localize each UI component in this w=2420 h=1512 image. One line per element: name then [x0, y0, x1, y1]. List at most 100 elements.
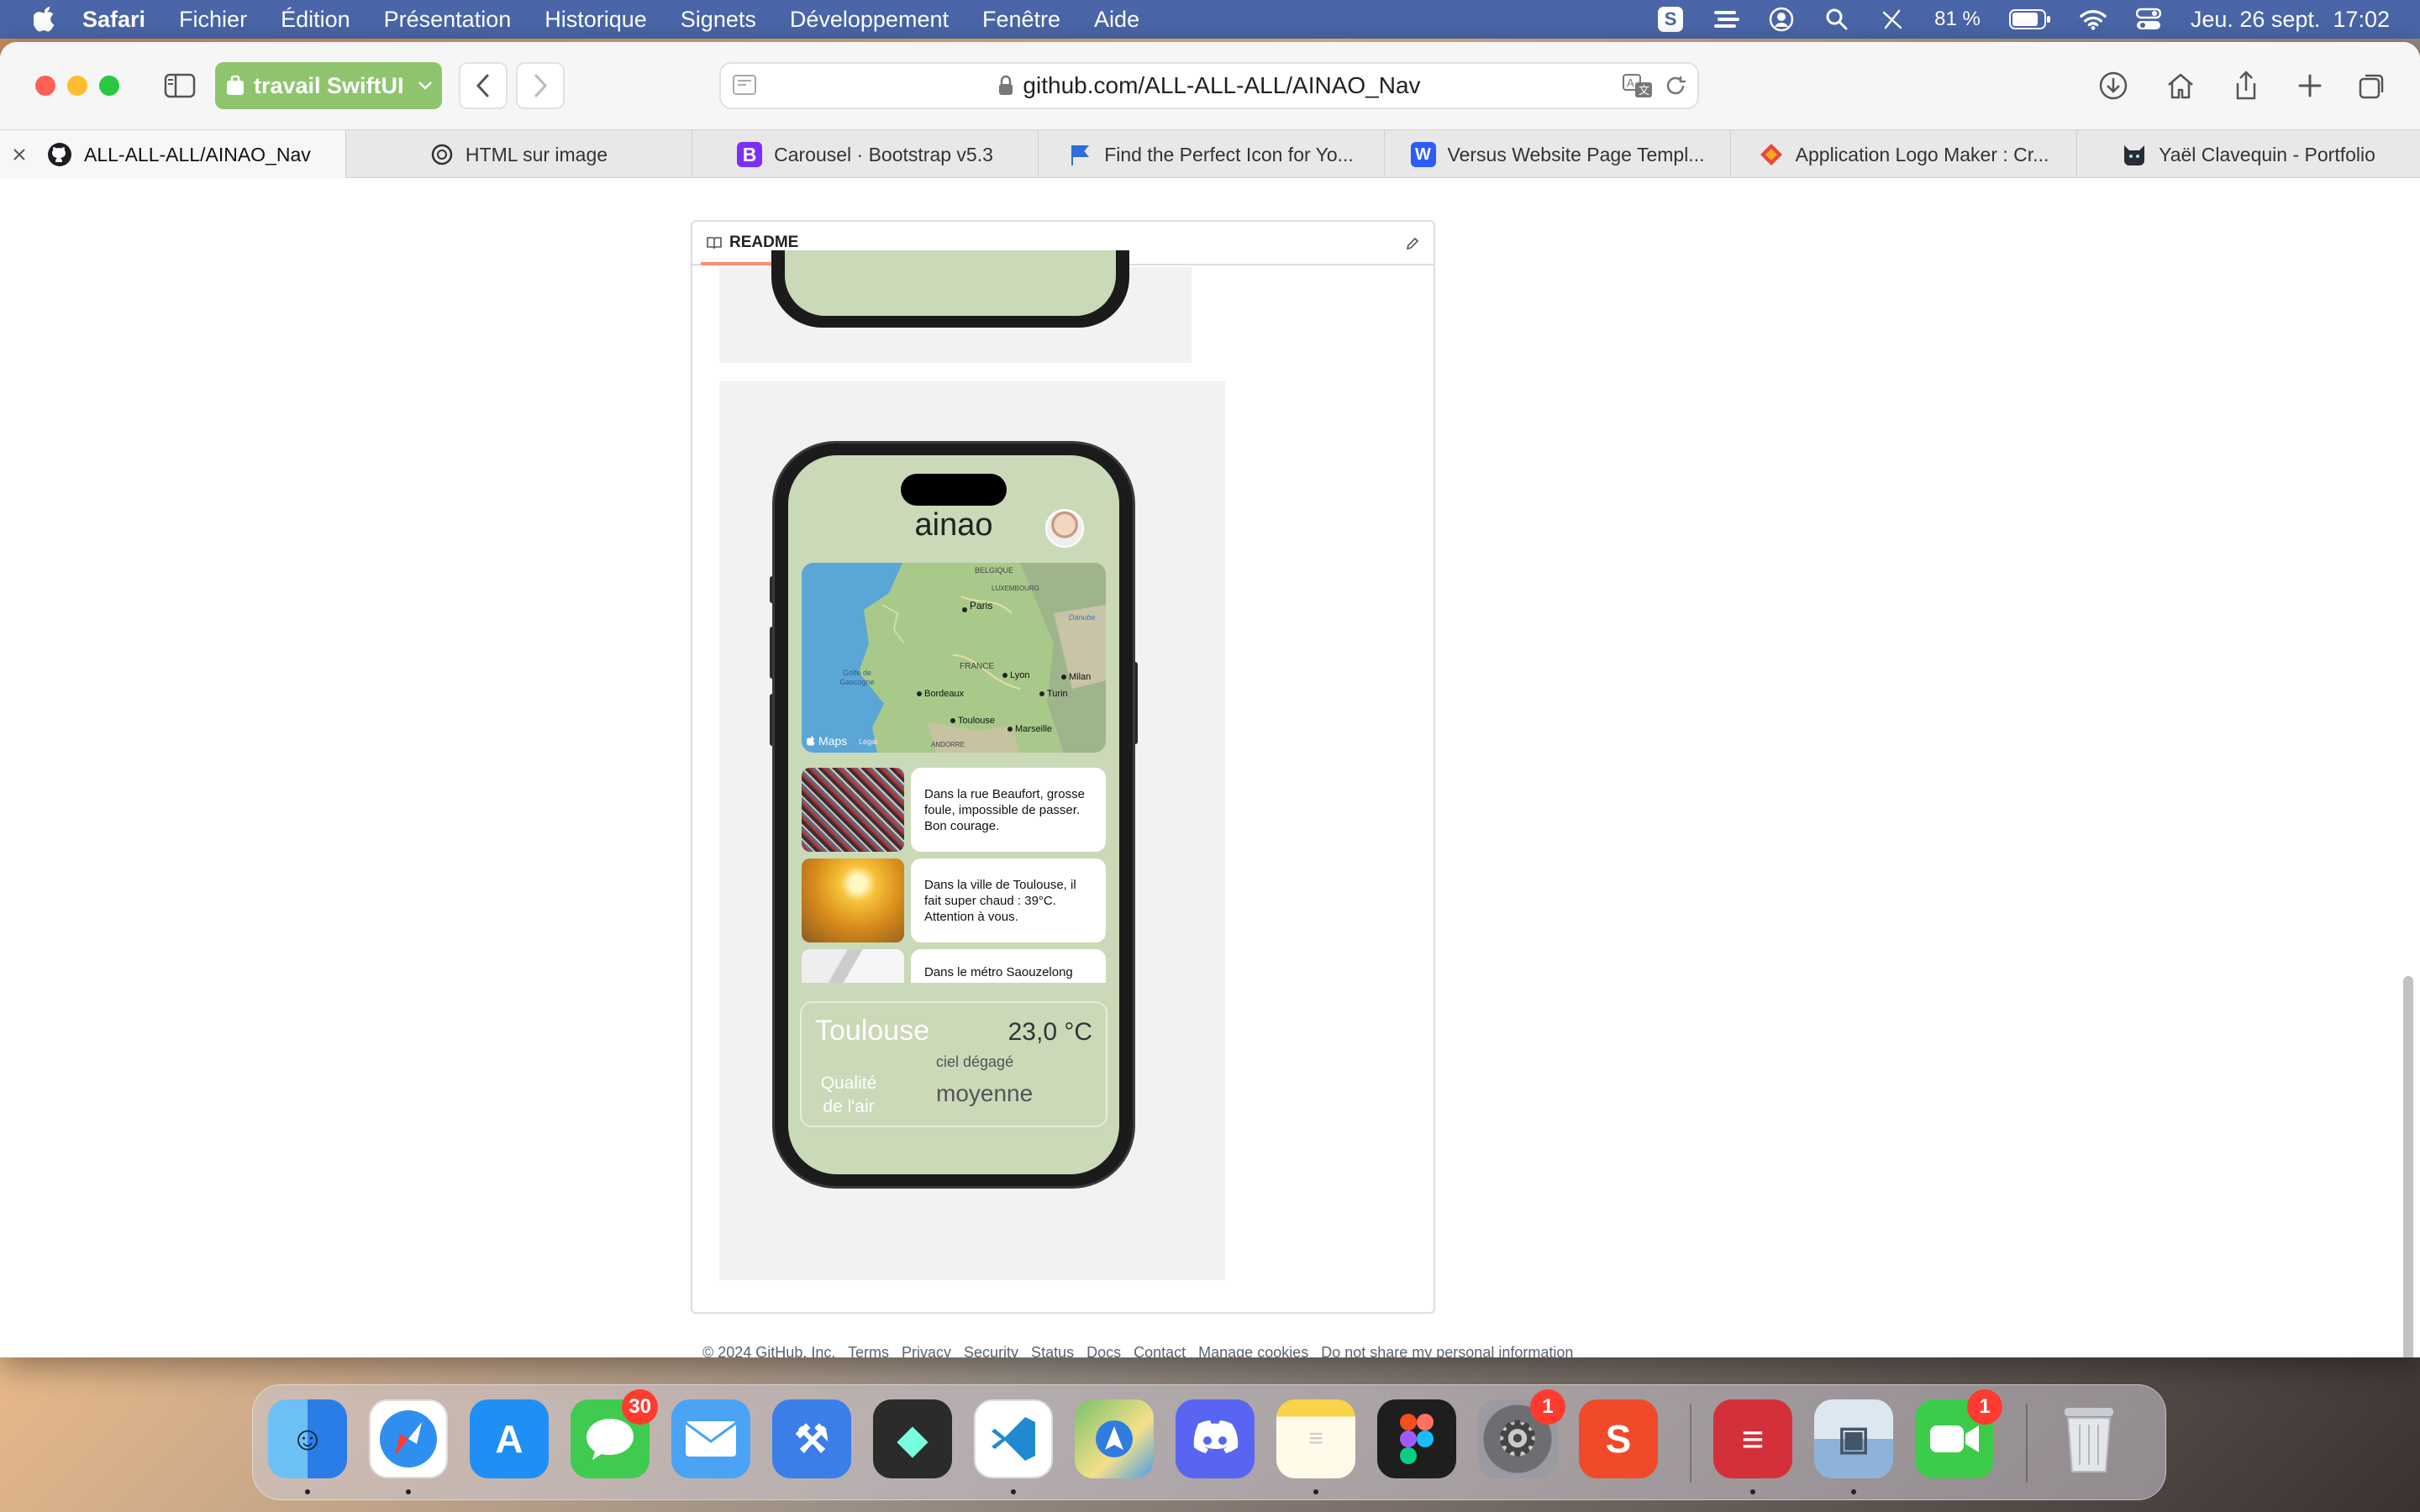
page-scrollbar[interactable] — [2403, 976, 2413, 1357]
preview-icon: ▣ — [1838, 1420, 1870, 1457]
dock-discord[interactable] — [1176, 1399, 1255, 1478]
spotlight-search-icon[interactable] — [1823, 6, 1850, 33]
dock-trash[interactable] — [2049, 1399, 2128, 1478]
dock-mail[interactable] — [671, 1399, 750, 1478]
dock-system-settings[interactable]: ⚙ 1 — [1478, 1389, 1565, 1478]
menu-item-aide[interactable]: Aide — [1094, 7, 1139, 33]
dock-notes[interactable]: ≡ — [1276, 1399, 1355, 1478]
battery-percentage: 81 % — [1934, 8, 1981, 30]
menu-item-edition[interactable]: Édition — [281, 7, 350, 33]
news-list[interactable]: Dans la rue Beaufort, grosse foule, impo… — [802, 768, 1106, 983]
map-label-marseille: Marseille — [1015, 724, 1053, 734]
dock-safari[interactable] — [369, 1399, 448, 1478]
dock-figma[interactable] — [1377, 1399, 1456, 1478]
menu-item-signets[interactable]: Signets — [681, 7, 756, 33]
tab-find-icon[interactable]: Find the Perfect Icon for Yo... — [1039, 130, 1385, 179]
settings-badge: 1 — [1530, 1389, 1565, 1425]
news-photo-metro — [802, 949, 904, 983]
tab-versus-template[interactable]: W Versus Website Page Templ... — [1385, 130, 1731, 179]
apple-logo-icon[interactable] — [34, 7, 57, 32]
stage-manager-icon[interactable] — [1712, 6, 1740, 33]
menu-item-developpement[interactable]: Développement — [790, 7, 949, 33]
vscode-icon — [992, 1417, 1035, 1461]
new-tab-icon[interactable] — [2287, 66, 2333, 106]
previous-app-screenshot — [719, 250, 1192, 363]
wifi-icon[interactable] — [2080, 6, 2107, 33]
reload-icon[interactable] — [1664, 74, 1687, 103]
webflow-icon: W — [1410, 142, 1436, 167]
address-bar[interactable]: github.com/ALL-ALL-ALL/AINAO_Nav A文 — [719, 62, 1699, 109]
dock-app-store[interactable]: A — [470, 1399, 549, 1478]
dock-facetime[interactable]: 1 — [1915, 1389, 2002, 1478]
dock-plans[interactable] — [1075, 1399, 1154, 1478]
discord-icon — [1193, 1420, 1239, 1453]
dock-scribens[interactable]: S — [1579, 1399, 1658, 1478]
trash-icon — [2065, 1408, 2113, 1473]
scribens-letter: S — [1605, 1417, 1632, 1461]
running-indicator — [305, 1489, 310, 1494]
news-card[interactable]: Dans la rue Beaufort, grosse foule, impo… — [911, 768, 1106, 852]
maps-legal-link[interactable]: Légal — [859, 738, 877, 746]
zoom-window-button[interactable] — [99, 76, 119, 96]
tab-html-sur-image[interactable]: HTML sur image — [346, 130, 692, 179]
dock-finder[interactable]: ☺ — [268, 1399, 347, 1478]
downloads-icon[interactable] — [2091, 66, 2136, 106]
dock-preview[interactable]: ▣ — [1814, 1399, 1893, 1478]
menu-item-presentation[interactable]: Présentation — [384, 7, 512, 33]
dock-xcode[interactable]: ⚒ — [772, 1399, 851, 1478]
dock-messages[interactable]: 30 — [571, 1389, 658, 1478]
battery-icon[interactable] — [2008, 6, 2051, 33]
cat-icon — [2124, 145, 2145, 165]
tab-label: HTML sur image — [465, 143, 608, 165]
pen-disabled-icon[interactable] — [1879, 6, 1906, 33]
translate-icon[interactable]: A文 — [1622, 72, 1654, 105]
sidebar-toggle-icon[interactable] — [156, 66, 203, 106]
dock-expressvpn[interactable]: ≡ — [1713, 1399, 1792, 1478]
dock-simulator[interactable]: ◆ — [873, 1399, 952, 1478]
lock-icon — [999, 75, 1013, 95]
scribens-status-icon[interactable]: S — [1657, 6, 1684, 33]
simulator-icon: ◆ — [897, 1417, 928, 1461]
tab-overview-icon[interactable] — [2349, 66, 2395, 106]
xcode-hammer-icon: ⚒ — [794, 1417, 829, 1461]
dock-vscode[interactable] — [974, 1399, 1053, 1478]
close-window-button[interactable] — [35, 76, 55, 96]
tab-label: Carousel · Bootstrap v5.3 — [774, 143, 993, 165]
back-button[interactable] — [459, 62, 508, 109]
edit-pencil-icon[interactable] — [1405, 236, 1420, 251]
page-menu-icon[interactable] — [731, 72, 758, 99]
menubar-clock[interactable]: Jeu. 26 sept. 17:02 — [2191, 7, 2390, 33]
menu-app-name[interactable]: Safari — [82, 7, 145, 33]
news-text: Dans la ville de Toulouse, il fait super… — [924, 878, 1076, 924]
tab-ainao-nav[interactable]: ALL-ALL-ALL/AINAO_Nav — [0, 130, 346, 179]
home-icon[interactable] — [2158, 66, 2203, 106]
news-card[interactable]: Dans la ville de Toulouse, il fait super… — [911, 858, 1106, 942]
menu-item-historique[interactable]: Historique — [544, 7, 647, 33]
url-text[interactable]: github.com/ALL-ALL-ALL/AINAO_Nav — [1023, 72, 1420, 99]
menu-item-fenetre[interactable]: Fenêtre — [982, 7, 1060, 33]
book-icon — [707, 237, 722, 249]
user-account-icon[interactable] — [1768, 6, 1795, 33]
avatar[interactable] — [1045, 509, 1084, 548]
app-screenshot: ainao BELGIQUE LUXEMBOURG Paris FRANCE G… — [719, 381, 1225, 1280]
browser-toolbar: travail SwiftUI github.com/ALL-ALL-ALL/A… — [0, 42, 2420, 129]
tab-group-button[interactable]: travail SwiftUI — [215, 62, 442, 109]
tab-bootstrap-carousel[interactable]: B Carousel · Bootstrap v5.3 — [692, 130, 1039, 179]
tab-logo-maker[interactable]: Application Logo Maker : Cr... — [1731, 130, 2077, 179]
readme-title[interactable]: README — [729, 234, 798, 252]
map-view[interactable]: BELGIQUE LUXEMBOURG Paris FRANCE Golfe d… — [802, 563, 1106, 753]
news-card[interactable]: Dans le métro Saouzelong — [911, 949, 1106, 983]
share-icon[interactable] — [2223, 66, 2269, 106]
tab-portfolio[interactable]: Yaël Clavequin - Portfolio — [2077, 130, 2420, 179]
menu-item-fichier[interactable]: Fichier — [179, 7, 247, 33]
close-tab-icon[interactable] — [12, 147, 27, 162]
facetime-camera-icon — [1930, 1425, 1979, 1452]
forward-button[interactable] — [516, 62, 565, 109]
facetime-badge: 1 — [1967, 1389, 2002, 1425]
weather-card[interactable]: Toulouse 23,0 °C ciel dégagé Qualité de … — [800, 1001, 1107, 1127]
map-label-bordeaux: Bordeaux — [924, 689, 965, 699]
map-label-paris: Paris — [970, 600, 993, 612]
app-store-icon: A — [495, 1417, 523, 1461]
minimize-window-button[interactable] — [67, 76, 87, 96]
control-center-icon[interactable] — [2135, 6, 2162, 33]
